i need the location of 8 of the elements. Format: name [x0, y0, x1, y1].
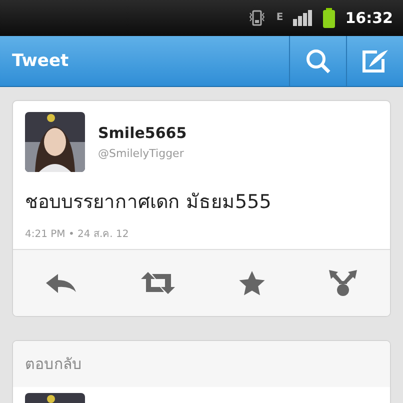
network-type: E	[276, 13, 284, 23]
status-time: 16:32	[345, 9, 393, 27]
user-handle: @SmilelyTigger	[98, 147, 185, 160]
tweet-text: ชอบบรรยากาศเดก มัธยม555	[25, 190, 272, 215]
replies-title: ตอบกลับ	[13, 341, 390, 387]
user-name: Smile5665	[98, 124, 187, 142]
tweet-timestamp: 4:21 PM • 24 ส.ค. 12	[25, 228, 130, 241]
header-title: Tweet	[11, 50, 70, 73]
